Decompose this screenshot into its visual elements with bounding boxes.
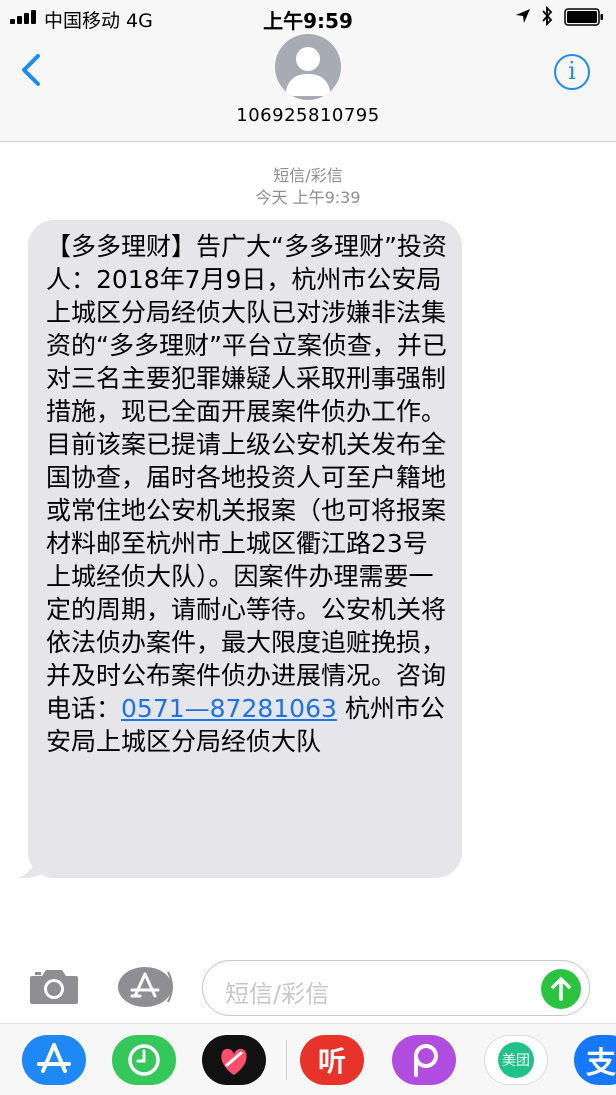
- clock-app-icon[interactable]: [112, 1035, 176, 1085]
- location-arrow-icon: [516, 9, 530, 23]
- meituan-badge: 美团: [498, 1042, 534, 1078]
- camera-button[interactable]: [28, 966, 80, 1006]
- person-silhouette-icon: [285, 47, 331, 96]
- picsart-glyph-icon: [414, 1044, 438, 1077]
- service-label: 短信/彩信: [273, 166, 343, 185]
- status-bar: 中国移动 4G 上午9:59: [0, 0, 616, 34]
- battery-icon: [564, 8, 603, 26]
- back-button[interactable]: [16, 52, 46, 88]
- heart-app-icon[interactable]: [202, 1035, 266, 1085]
- incoming-message-bubble[interactable]: 【多多理财】告广大“多多理财”投资人：2018年7月9日，杭州市公安局上城区分局…: [28, 220, 462, 878]
- app-drawer: 听 美团 支: [0, 1023, 616, 1095]
- message-input[interactable]: 短信/彩信: [202, 960, 590, 1016]
- message-text: 【多多理财】告广大“多多理财”投资人：2018年7月9日，杭州市公安局上城区分局…: [46, 230, 448, 758]
- arrow-up-icon: [551, 977, 571, 1001]
- message-body: 【多多理财】告广大“多多理财”投资人：2018年7月9日，杭州市公安局上城区分局…: [46, 232, 447, 723]
- message-input-placeholder: 短信/彩信: [225, 980, 330, 1008]
- phone-link[interactable]: 0571—87281063: [121, 694, 337, 723]
- info-button[interactable]: i: [554, 54, 590, 90]
- clock-glyph-icon: [128, 1044, 160, 1076]
- picsart-app-icon[interactable]: [392, 1035, 456, 1085]
- heart-icon: [221, 1048, 247, 1075]
- conversation-header: 106925810795 i: [0, 34, 616, 142]
- ting-app-icon[interactable]: 听: [300, 1035, 364, 1085]
- meituan-app-icon[interactable]: 美团: [484, 1035, 548, 1085]
- alipay-app-icon[interactable]: 支: [574, 1035, 616, 1085]
- app-store-button[interactable]: [116, 966, 174, 1008]
- alipay-label: 支: [586, 1046, 616, 1081]
- bluetooth-icon: [542, 6, 553, 26]
- app-store-app-icon[interactable]: [22, 1035, 86, 1085]
- ting-app-label: 听: [317, 1045, 346, 1078]
- contact-number[interactable]: 106925810795: [0, 105, 616, 126]
- contact-avatar[interactable]: [275, 34, 341, 100]
- meituan-label: 美团: [502, 1053, 530, 1069]
- send-button[interactable]: [541, 969, 581, 1009]
- message-timestamp: 今天 上午9:39: [255, 188, 361, 207]
- drawer-divider: [286, 1040, 287, 1080]
- app-store-glyph-icon: [37, 1043, 71, 1073]
